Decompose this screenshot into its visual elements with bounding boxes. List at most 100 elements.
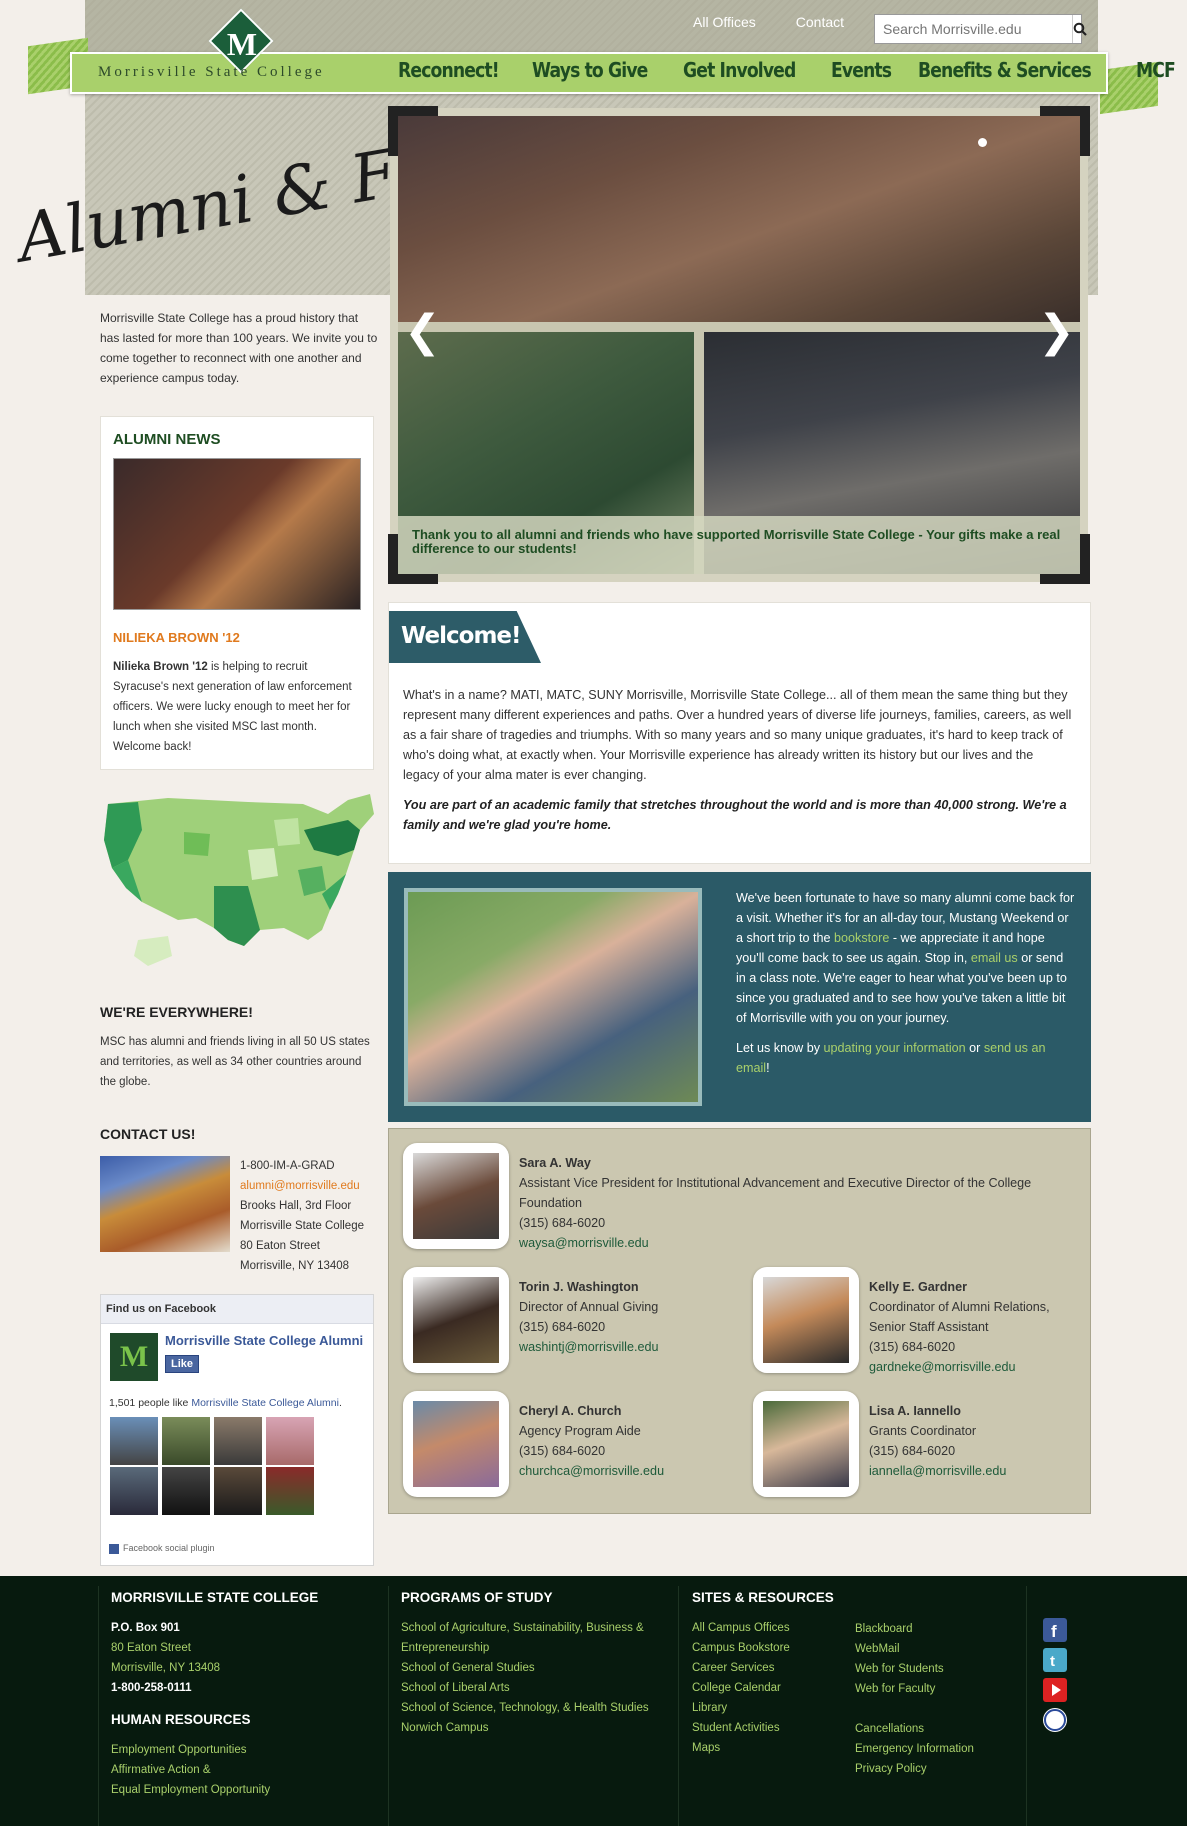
facebook-plugin-text: Facebook social plugin xyxy=(123,1543,215,1553)
staff-info: Cheryl A. Church Agency Program Aide (31… xyxy=(519,1401,739,1481)
footer-link[interactable]: Entrepreneurship xyxy=(401,1638,649,1658)
staff-email-link[interactable]: waysa@morrisville.edu xyxy=(519,1233,1059,1253)
college-brand-name[interactable]: Morrisville State College xyxy=(98,64,325,81)
alumni-news-photo[interactable] xyxy=(113,458,361,610)
staff-phone: (315) 684-6020 xyxy=(519,1444,606,1458)
welcome-emphasis: You are part of an academic family that … xyxy=(403,798,1067,832)
svg-text:t: t xyxy=(1050,1653,1055,1670)
nav-reconnect[interactable]: Reconnect! xyxy=(398,58,500,82)
alumni-friends-script-text: Alumni & Friends xyxy=(10,100,400,278)
contact-info: 1-800-IM-A-GRAD alumni@morrisville.edu B… xyxy=(240,1156,364,1276)
bookstore-link[interactable]: bookstore xyxy=(834,931,889,945)
slider-indicator-dot[interactable] xyxy=(978,138,987,147)
main-nav: Reconnect! Ways to Give Get Involved Eve… xyxy=(398,58,1181,82)
facebook-fan-faces xyxy=(110,1417,316,1515)
footer-link[interactable]: Emergency Information xyxy=(855,1739,974,1759)
footer-college-heading: MORRISVILLE STATE COLLEGE xyxy=(111,1590,319,1605)
footer-link[interactable]: Norwich Campus xyxy=(401,1718,649,1738)
twitter-icon[interactable]: t xyxy=(1043,1648,1067,1672)
footer-hr-heading: HUMAN RESOURCES xyxy=(111,1712,251,1727)
alumni-news-title[interactable]: NILIEKA BROWN '12 xyxy=(113,630,361,645)
visit-paragraph-1: We've been fortunate to have so many alu… xyxy=(736,888,1076,1028)
footer-link[interactable]: Campus Bookstore xyxy=(692,1638,834,1658)
fan-avatar[interactable] xyxy=(162,1417,210,1465)
nav-get-involved[interactable]: Get Involved xyxy=(683,58,796,82)
search-input[interactable] xyxy=(875,15,1072,43)
facebook-page-avatar[interactable]: M xyxy=(110,1333,158,1381)
footer-link[interactable]: Library xyxy=(692,1698,834,1718)
contact-link[interactable]: Contact xyxy=(796,14,844,30)
footer-link[interactable]: Web for Faculty xyxy=(855,1679,974,1699)
staff-email-link[interactable]: churchca@morrisville.edu xyxy=(519,1461,739,1481)
nav-mcf[interactable]: MCF xyxy=(1136,58,1176,82)
search-button[interactable] xyxy=(1072,15,1087,43)
staff-phone: (315) 684-6020 xyxy=(519,1216,606,1230)
staff-name: Cheryl A. Church xyxy=(519,1404,622,1418)
intro-text: Morrisville State College has a proud hi… xyxy=(100,311,378,385)
footer-link[interactable]: Web for Students xyxy=(855,1659,974,1679)
footer-link[interactable]: Equal Employment Opportunity xyxy=(111,1780,318,1800)
everywhere-section: WE'RE EVERYWHERE! MSC has alumni and fri… xyxy=(100,1004,380,1092)
site-footer: MORRISVILLE STATE COLLEGE P.O. Box 901 8… xyxy=(0,1576,1187,1826)
fan-avatar[interactable] xyxy=(266,1467,314,1515)
college-logo-letter: M xyxy=(226,26,258,62)
slider-prev-arrow-icon[interactable]: ❮ xyxy=(404,306,441,357)
youtube-icon[interactable] xyxy=(1043,1678,1067,1702)
staff-email-link[interactable]: iannella@morrisville.edu xyxy=(869,1461,1089,1481)
footer-link[interactable]: Cancellations xyxy=(855,1719,974,1739)
facebook-count-link[interactable]: Morrisville State College Alumni xyxy=(191,1397,339,1409)
footer-link[interactable]: Maps xyxy=(692,1738,834,1758)
footer-street[interactable]: 80 Eaton Street xyxy=(111,1638,318,1658)
fan-avatar[interactable] xyxy=(266,1417,314,1465)
footer-link[interactable]: Privacy Policy xyxy=(855,1759,974,1779)
contact-address-line1: Brooks Hall, 3rd Floor xyxy=(240,1200,352,1212)
email-us-link[interactable]: email us xyxy=(971,951,1018,965)
nav-ways-to-give[interactable]: Ways to Give xyxy=(532,58,648,82)
fan-avatar[interactable] xyxy=(214,1467,262,1515)
update-info-link[interactable]: updating your information xyxy=(824,1041,966,1055)
nav-benefits-services[interactable]: Benefits & Services xyxy=(918,58,1092,82)
staff-email-link[interactable]: washintj@morrisville.edu xyxy=(519,1337,739,1357)
facebook-page-name[interactable]: Morrisville State College Alumni xyxy=(165,1333,363,1348)
footer-link[interactable]: Blackboard xyxy=(855,1619,974,1639)
facebook-like-button[interactable]: Like xyxy=(165,1355,200,1373)
footer-link[interactable]: Career Services xyxy=(692,1658,834,1678)
staff-photo xyxy=(403,1143,509,1249)
alumni-friends-script-logo: Alumni & Friends xyxy=(10,100,400,278)
photo-slider[interactable]: Thank you to all alumni and friends who … xyxy=(390,108,1088,582)
contact-address-line4: Morrisville, NY 13408 xyxy=(240,1260,350,1272)
staff-name: Torin J. Washington xyxy=(519,1280,639,1294)
staff-info: Lisa A. Iannello Grants Coordinator (315… xyxy=(869,1401,1089,1481)
contact-email-link[interactable]: alumni@morrisville.edu xyxy=(240,1176,364,1196)
staff-title: Grants Coordinator xyxy=(869,1424,977,1438)
fan-avatar[interactable] xyxy=(110,1467,158,1515)
visit-section: We've been fortunate to have so many alu… xyxy=(388,872,1091,1122)
footer-link[interactable]: Employment Opportunities xyxy=(111,1740,318,1760)
fan-avatar[interactable] xyxy=(162,1467,210,1515)
staff-phone: (315) 684-6020 xyxy=(519,1320,606,1334)
footer-divider xyxy=(1026,1586,1027,1826)
slider-next-arrow-icon[interactable]: ❯ xyxy=(1038,306,1075,357)
footer-link[interactable]: School of General Studies xyxy=(401,1658,649,1678)
all-offices-link[interactable]: All Offices xyxy=(693,14,756,30)
footer-divider xyxy=(678,1586,679,1826)
suny-icon[interactable] xyxy=(1043,1708,1067,1732)
fan-avatar[interactable] xyxy=(110,1417,158,1465)
contact-address-line2: Morrisville State College xyxy=(240,1220,364,1232)
footer-link[interactable]: WebMail xyxy=(855,1639,974,1659)
footer-link[interactable]: Affirmative Action & xyxy=(111,1760,318,1780)
facebook-icon[interactable]: f xyxy=(1043,1618,1067,1642)
fan-avatar[interactable] xyxy=(214,1417,262,1465)
footer-link[interactable]: Student Activities xyxy=(692,1718,834,1738)
staff-email-link[interactable]: gardneke@morrisville.edu xyxy=(869,1357,1089,1377)
visit-text: We've been fortunate to have so many alu… xyxy=(736,888,1076,1078)
staff-info: Torin J. Washington Director of Annual G… xyxy=(519,1277,739,1357)
footer-link[interactable]: School of Agriculture, Sustainability, B… xyxy=(401,1618,649,1638)
footer-city[interactable]: Morrisville, NY 13408 xyxy=(111,1658,318,1678)
footer-link[interactable]: All Campus Offices xyxy=(692,1618,834,1638)
nav-events[interactable]: Events xyxy=(831,58,892,82)
slider-corner-bl xyxy=(388,534,438,584)
footer-link[interactable]: School of Liberal Arts xyxy=(401,1678,649,1698)
footer-link[interactable]: College Calendar xyxy=(692,1678,834,1698)
footer-link[interactable]: School of Science, Technology, & Health … xyxy=(401,1698,649,1718)
